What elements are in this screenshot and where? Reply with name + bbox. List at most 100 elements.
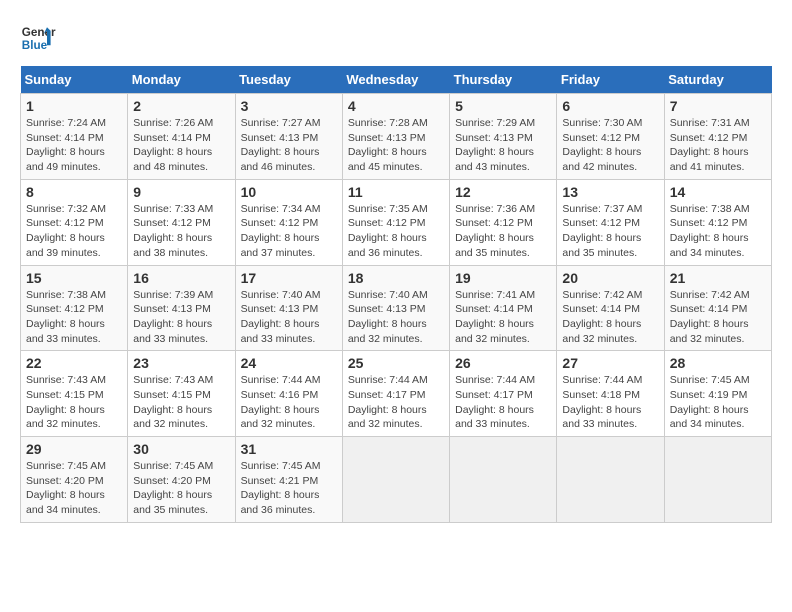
day-info: Sunrise: 7:45 AMSunset: 4:19 PMDaylight:…	[670, 374, 750, 430]
weekday-header: Thursday	[450, 66, 557, 94]
day-info: Sunrise: 7:31 AMSunset: 4:12 PMDaylight:…	[670, 117, 750, 173]
day-number: 11	[348, 184, 444, 200]
day-number: 7	[670, 98, 766, 114]
day-info: Sunrise: 7:26 AMSunset: 4:14 PMDaylight:…	[133, 117, 213, 173]
svg-text:General: General	[22, 26, 56, 39]
day-number: 20	[562, 270, 658, 286]
calendar-day-cell: 5 Sunrise: 7:29 AMSunset: 4:13 PMDayligh…	[450, 94, 557, 180]
day-number: 22	[26, 355, 122, 371]
calendar-day-cell: 19 Sunrise: 7:41 AMSunset: 4:14 PMDaylig…	[450, 265, 557, 351]
day-number: 24	[241, 355, 337, 371]
day-number: 10	[241, 184, 337, 200]
logo-icon: General Blue	[20, 20, 56, 56]
day-info: Sunrise: 7:28 AMSunset: 4:13 PMDaylight:…	[348, 117, 428, 173]
day-number: 23	[133, 355, 229, 371]
calendar-day-cell: 17 Sunrise: 7:40 AMSunset: 4:13 PMDaylig…	[235, 265, 342, 351]
calendar-day-cell: 15 Sunrise: 7:38 AMSunset: 4:12 PMDaylig…	[21, 265, 128, 351]
calendar-day-cell: 10 Sunrise: 7:34 AMSunset: 4:12 PMDaylig…	[235, 179, 342, 265]
calendar-day-cell	[342, 437, 449, 523]
calendar-week-row: 15 Sunrise: 7:38 AMSunset: 4:12 PMDaylig…	[21, 265, 772, 351]
day-number: 18	[348, 270, 444, 286]
day-number: 8	[26, 184, 122, 200]
day-number: 27	[562, 355, 658, 371]
calendar-day-cell: 8 Sunrise: 7:32 AMSunset: 4:12 PMDayligh…	[21, 179, 128, 265]
day-info: Sunrise: 7:42 AMSunset: 4:14 PMDaylight:…	[670, 289, 750, 345]
calendar-day-cell: 9 Sunrise: 7:33 AMSunset: 4:12 PMDayligh…	[128, 179, 235, 265]
calendar-day-cell: 4 Sunrise: 7:28 AMSunset: 4:13 PMDayligh…	[342, 94, 449, 180]
day-info: Sunrise: 7:40 AMSunset: 4:13 PMDaylight:…	[241, 289, 321, 345]
day-number: 31	[241, 441, 337, 457]
day-number: 21	[670, 270, 766, 286]
day-info: Sunrise: 7:24 AMSunset: 4:14 PMDaylight:…	[26, 117, 106, 173]
calendar-day-cell: 13 Sunrise: 7:37 AMSunset: 4:12 PMDaylig…	[557, 179, 664, 265]
day-info: Sunrise: 7:38 AMSunset: 4:12 PMDaylight:…	[670, 203, 750, 259]
day-number: 2	[133, 98, 229, 114]
weekday-header: Sunday	[21, 66, 128, 94]
day-info: Sunrise: 7:37 AMSunset: 4:12 PMDaylight:…	[562, 203, 642, 259]
day-number: 6	[562, 98, 658, 114]
calendar-week-row: 8 Sunrise: 7:32 AMSunset: 4:12 PMDayligh…	[21, 179, 772, 265]
day-number: 9	[133, 184, 229, 200]
calendar-day-cell: 23 Sunrise: 7:43 AMSunset: 4:15 PMDaylig…	[128, 351, 235, 437]
calendar-day-cell: 21 Sunrise: 7:42 AMSunset: 4:14 PMDaylig…	[664, 265, 771, 351]
day-info: Sunrise: 7:43 AMSunset: 4:15 PMDaylight:…	[133, 374, 213, 430]
day-number: 3	[241, 98, 337, 114]
calendar-day-cell: 22 Sunrise: 7:43 AMSunset: 4:15 PMDaylig…	[21, 351, 128, 437]
weekday-header: Tuesday	[235, 66, 342, 94]
day-info: Sunrise: 7:45 AMSunset: 4:20 PMDaylight:…	[26, 460, 106, 516]
weekday-header: Saturday	[664, 66, 771, 94]
calendar-day-cell: 7 Sunrise: 7:31 AMSunset: 4:12 PMDayligh…	[664, 94, 771, 180]
day-info: Sunrise: 7:36 AMSunset: 4:12 PMDaylight:…	[455, 203, 535, 259]
day-number: 30	[133, 441, 229, 457]
calendar-day-cell: 30 Sunrise: 7:45 AMSunset: 4:20 PMDaylig…	[128, 437, 235, 523]
day-info: Sunrise: 7:44 AMSunset: 4:17 PMDaylight:…	[455, 374, 535, 430]
day-number: 14	[670, 184, 766, 200]
calendar-day-cell: 1 Sunrise: 7:24 AMSunset: 4:14 PMDayligh…	[21, 94, 128, 180]
day-number: 5	[455, 98, 551, 114]
day-info: Sunrise: 7:33 AMSunset: 4:12 PMDaylight:…	[133, 203, 213, 259]
day-number: 15	[26, 270, 122, 286]
calendar-day-cell: 27 Sunrise: 7:44 AMSunset: 4:18 PMDaylig…	[557, 351, 664, 437]
day-info: Sunrise: 7:44 AMSunset: 4:16 PMDaylight:…	[241, 374, 321, 430]
calendar-day-cell: 12 Sunrise: 7:36 AMSunset: 4:12 PMDaylig…	[450, 179, 557, 265]
calendar-day-cell: 29 Sunrise: 7:45 AMSunset: 4:20 PMDaylig…	[21, 437, 128, 523]
day-info: Sunrise: 7:35 AMSunset: 4:12 PMDaylight:…	[348, 203, 428, 259]
calendar-day-cell: 31 Sunrise: 7:45 AMSunset: 4:21 PMDaylig…	[235, 437, 342, 523]
day-info: Sunrise: 7:27 AMSunset: 4:13 PMDaylight:…	[241, 117, 321, 173]
day-number: 29	[26, 441, 122, 457]
calendar-day-cell: 25 Sunrise: 7:44 AMSunset: 4:17 PMDaylig…	[342, 351, 449, 437]
page-header: General Blue	[20, 20, 772, 56]
day-info: Sunrise: 7:39 AMSunset: 4:13 PMDaylight:…	[133, 289, 213, 345]
calendar-table: SundayMondayTuesdayWednesdayThursdayFrid…	[20, 66, 772, 523]
day-info: Sunrise: 7:30 AMSunset: 4:12 PMDaylight:…	[562, 117, 642, 173]
day-info: Sunrise: 7:44 AMSunset: 4:18 PMDaylight:…	[562, 374, 642, 430]
day-number: 16	[133, 270, 229, 286]
day-number: 12	[455, 184, 551, 200]
day-info: Sunrise: 7:43 AMSunset: 4:15 PMDaylight:…	[26, 374, 106, 430]
calendar-week-row: 22 Sunrise: 7:43 AMSunset: 4:15 PMDaylig…	[21, 351, 772, 437]
calendar-day-cell: 24 Sunrise: 7:44 AMSunset: 4:16 PMDaylig…	[235, 351, 342, 437]
calendar-day-cell: 11 Sunrise: 7:35 AMSunset: 4:12 PMDaylig…	[342, 179, 449, 265]
calendar-day-cell: 6 Sunrise: 7:30 AMSunset: 4:12 PMDayligh…	[557, 94, 664, 180]
day-info: Sunrise: 7:42 AMSunset: 4:14 PMDaylight:…	[562, 289, 642, 345]
calendar-day-cell: 2 Sunrise: 7:26 AMSunset: 4:14 PMDayligh…	[128, 94, 235, 180]
calendar-day-cell: 20 Sunrise: 7:42 AMSunset: 4:14 PMDaylig…	[557, 265, 664, 351]
calendar-week-row: 29 Sunrise: 7:45 AMSunset: 4:20 PMDaylig…	[21, 437, 772, 523]
day-number: 19	[455, 270, 551, 286]
day-info: Sunrise: 7:38 AMSunset: 4:12 PMDaylight:…	[26, 289, 106, 345]
day-number: 26	[455, 355, 551, 371]
day-info: Sunrise: 7:45 AMSunset: 4:20 PMDaylight:…	[133, 460, 213, 516]
day-number: 17	[241, 270, 337, 286]
calendar-day-cell: 28 Sunrise: 7:45 AMSunset: 4:19 PMDaylig…	[664, 351, 771, 437]
day-number: 28	[670, 355, 766, 371]
calendar-day-cell: 14 Sunrise: 7:38 AMSunset: 4:12 PMDaylig…	[664, 179, 771, 265]
day-info: Sunrise: 7:40 AMSunset: 4:13 PMDaylight:…	[348, 289, 428, 345]
day-number: 1	[26, 98, 122, 114]
day-info: Sunrise: 7:44 AMSunset: 4:17 PMDaylight:…	[348, 374, 428, 430]
weekday-header: Monday	[128, 66, 235, 94]
day-number: 4	[348, 98, 444, 114]
calendar-day-cell: 26 Sunrise: 7:44 AMSunset: 4:17 PMDaylig…	[450, 351, 557, 437]
day-number: 13	[562, 184, 658, 200]
calendar-day-cell: 3 Sunrise: 7:27 AMSunset: 4:13 PMDayligh…	[235, 94, 342, 180]
day-info: Sunrise: 7:29 AMSunset: 4:13 PMDaylight:…	[455, 117, 535, 173]
